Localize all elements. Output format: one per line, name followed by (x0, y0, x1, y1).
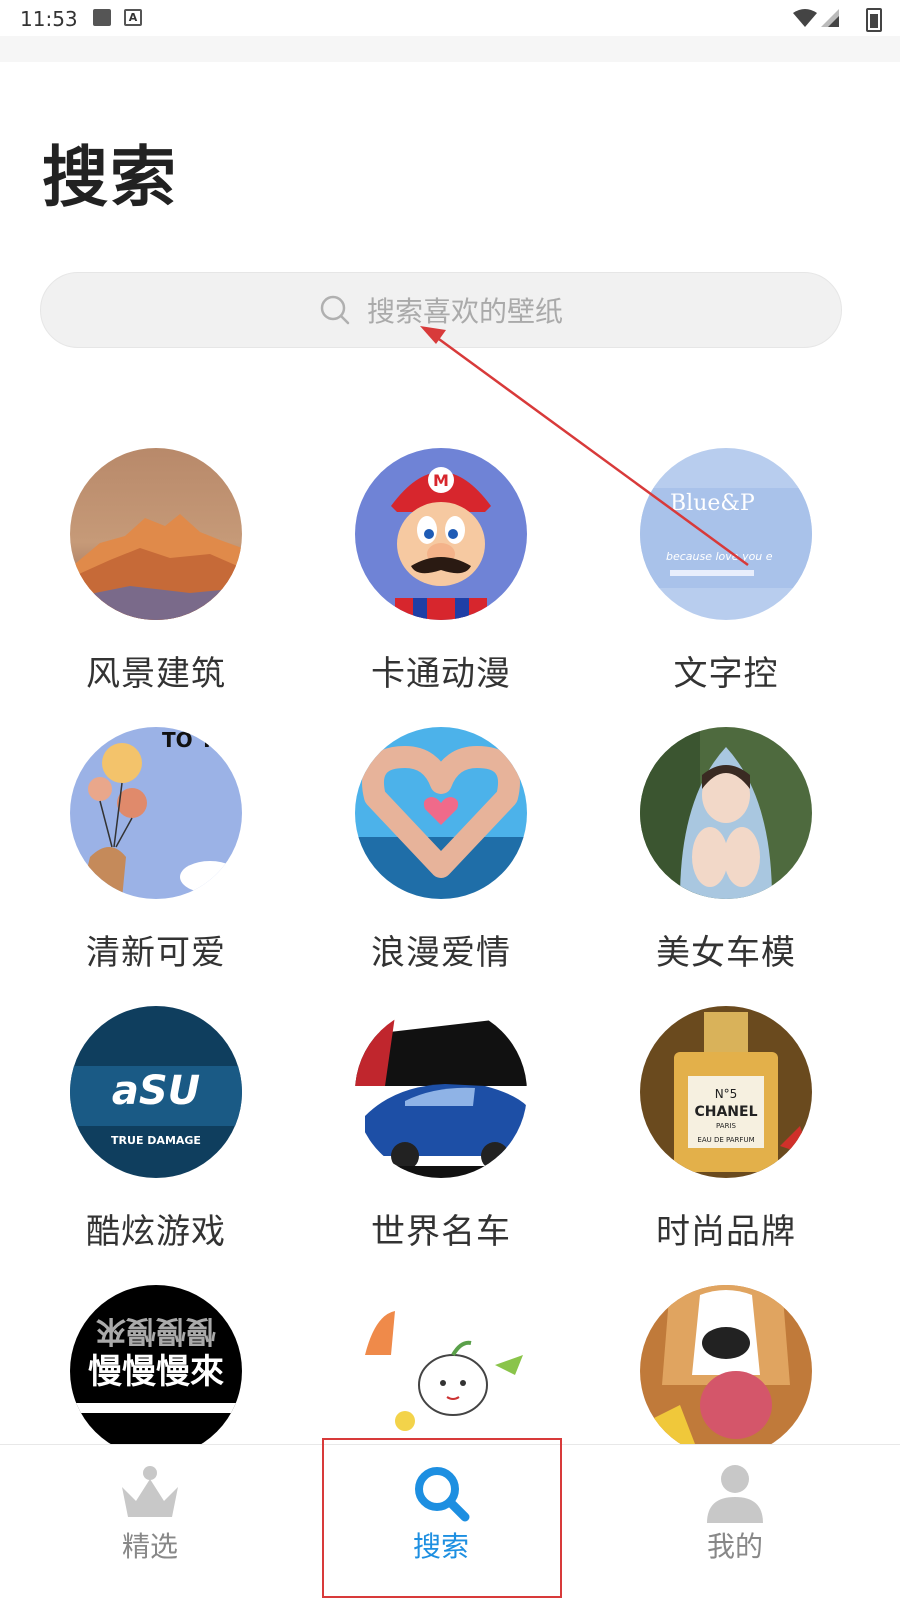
status-time: 11:53 (20, 7, 78, 31)
svg-text:M: M (433, 471, 449, 490)
category-label: 清新可爱 (86, 933, 226, 973)
category-thumbnail-fashion: N°5 CHANEL PARIS EAU DE PARFUM (640, 1006, 812, 1178)
user-icon (707, 1465, 763, 1523)
svg-text:慢慢慢來: 慢慢慢來 (96, 1313, 216, 1348)
category-thumbnail-cute: TO YOU (70, 727, 242, 899)
category-label: 文字控 (673, 654, 779, 694)
category-item[interactable]: M 卡通动漫 (298, 448, 584, 695)
category-item[interactable]: 风景建筑 (13, 448, 299, 695)
category-thumbnail-game: aSU TRUE DAMAGE (70, 1006, 242, 1178)
search-icon (320, 295, 350, 325)
category-thumbnail-text-art: 慢慢慢來 慢慢慢來 (70, 1285, 242, 1457)
nav-item-featured[interactable]: 精选 (0, 1445, 300, 1601)
category-thumbnail-text: Blue&P because love you e (640, 448, 812, 620)
category-thumbnail-landscape (70, 448, 242, 620)
category-item[interactable] (298, 1285, 584, 1457)
battery-icon (866, 8, 882, 32)
svg-text:TRUE DAMAGE: TRUE DAMAGE (111, 1134, 201, 1147)
svg-text:N°5: N°5 (715, 1087, 738, 1101)
category-thumbnail-cartoon: M (355, 448, 527, 620)
category-label: 浪漫爱情 (371, 933, 511, 973)
category-thumbnail-cartoon-cute (355, 1285, 527, 1457)
category-item[interactable]: 美女车模 (583, 727, 869, 974)
nav-label: 我的 (706, 1530, 763, 1563)
annotation-highlight-box (322, 1438, 562, 1598)
category-item[interactable]: aSU TRUE DAMAGE 酷炫游戏 (13, 1006, 299, 1253)
category-thumbnail-dog (640, 1285, 812, 1457)
category-item[interactable]: TO YOU 清新可爱 (13, 727, 299, 974)
category-item[interactable]: Blue&P because love you e 文字控 (583, 448, 869, 695)
category-thumbnail-model (640, 727, 812, 899)
page-title: 搜索 (42, 139, 178, 216)
image-notification-icon (93, 9, 111, 26)
svg-text:Blue&P: Blue&P (670, 491, 755, 516)
category-item[interactable]: 世界名车 (298, 1006, 584, 1253)
search-placeholder: 搜索喜欢的壁纸 (366, 295, 563, 328)
svg-text:CHANEL: CHANEL (694, 1104, 757, 1120)
category-label: 卡通动漫 (371, 654, 511, 694)
category-thumbnail-car (355, 1006, 527, 1178)
category-item[interactable]: 浪漫爱情 (298, 727, 584, 974)
status-bar: 11:53 A (0, 0, 900, 36)
nav-label: 精选 (121, 1530, 178, 1563)
category-label: 时尚品牌 (656, 1212, 796, 1252)
svg-text:慢慢慢來: 慢慢慢來 (88, 1352, 224, 1392)
nav-item-profile[interactable]: 我的 (585, 1445, 885, 1601)
svg-text:PARIS: PARIS (716, 1122, 736, 1130)
svg-text:aSU: aSU (112, 1068, 200, 1114)
svg-text:because love you e: because love you e (666, 550, 773, 563)
category-label: 酷炫游戏 (86, 1212, 226, 1252)
search-input[interactable]: 搜索喜欢的壁纸 (40, 272, 842, 348)
crown-icon (122, 1466, 178, 1517)
svg-text:EAU DE PARFUM: EAU DE PARFUM (697, 1136, 754, 1144)
cell-signal-icon (821, 9, 839, 27)
wifi-icon (793, 9, 817, 27)
category-thumbnail-romance (355, 727, 527, 899)
category-label: 美女车模 (656, 933, 796, 973)
svg-text:TO YOU: TO YOU (162, 728, 242, 752)
category-label: 风景建筑 (86, 654, 226, 694)
category-item[interactable]: N°5 CHANEL PARIS EAU DE PARFUM 时尚品牌 (583, 1006, 869, 1253)
top-strip (0, 36, 900, 62)
a-notification-icon: A (124, 9, 142, 26)
category-item[interactable] (583, 1285, 869, 1457)
category-item[interactable]: 慢慢慢來 慢慢慢來 (13, 1285, 299, 1457)
category-label: 世界名车 (371, 1212, 511, 1252)
